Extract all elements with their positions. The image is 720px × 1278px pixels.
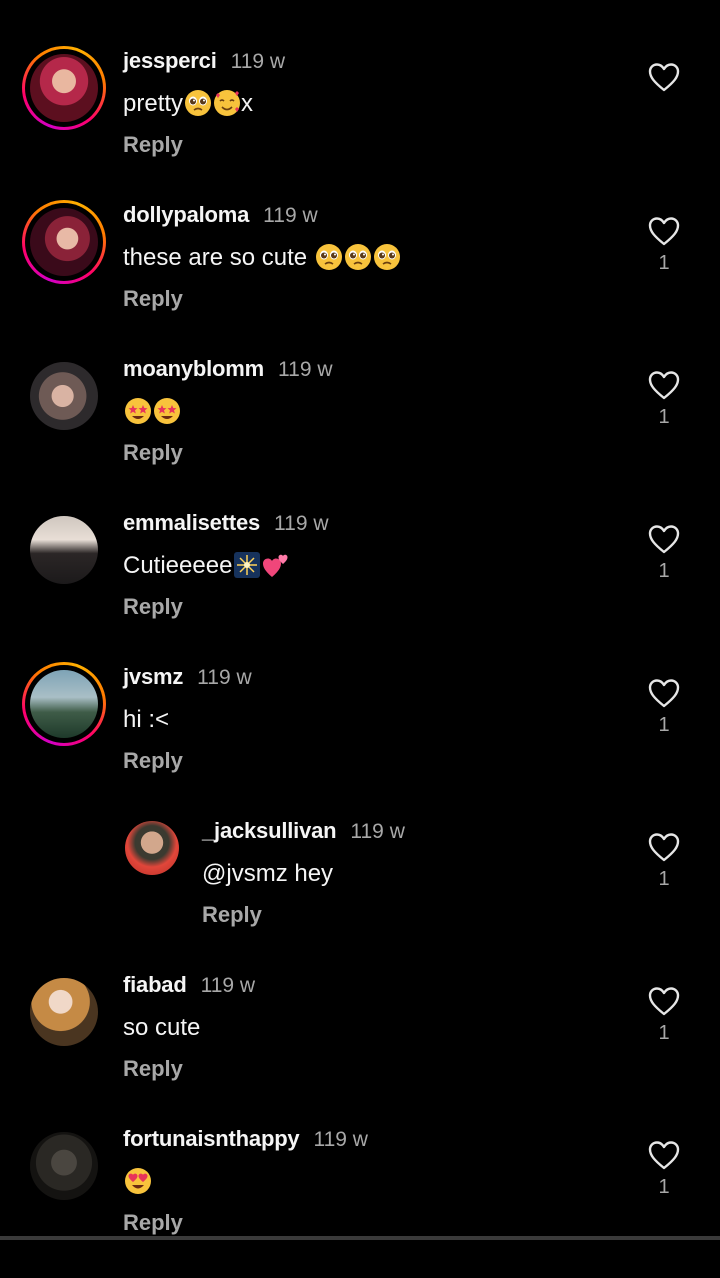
comment-timestamp: 119 w (197, 666, 252, 689)
avatar-wrapper[interactable] (124, 820, 180, 876)
reply-button[interactable]: Reply (123, 438, 610, 468)
comment-timestamp: 119 w (313, 1128, 368, 1151)
comment-text-suffix: x (241, 90, 254, 117)
heart-icon (648, 1141, 680, 1170)
heart-icon (648, 833, 680, 862)
comment-username[interactable]: jvsmz (123, 662, 183, 692)
reply-button[interactable]: Reply (123, 130, 610, 160)
comment-timestamp: 119 w (350, 820, 405, 843)
reply-button[interactable]: Reply (123, 746, 610, 776)
pleading-face-emoji (185, 89, 212, 116)
comment-timestamp: 119 w (200, 974, 256, 997)
avatar (30, 362, 98, 430)
avatar (30, 978, 98, 1046)
bottom-divider (0, 1236, 720, 1240)
comment-text-row: these are so cute (123, 238, 610, 278)
heart-icon (648, 987, 680, 1016)
comment-text: Cutieeeee (123, 552, 233, 579)
comment-item: fortunaisnthappy 119 w Reply 1 (0, 1124, 720, 1278)
comment-reply-item: _jacksullivan 119 w @jvsmz hey Reply 1 (0, 816, 720, 970)
like-count: 1 (658, 714, 670, 736)
comment-text-row (123, 392, 610, 432)
avatar-wrapper[interactable] (22, 970, 106, 1054)
like-count: 1 (658, 868, 670, 890)
avatar (30, 670, 98, 738)
comment-item: moanyblomm 119 w Reply 1 (0, 354, 720, 508)
avatar-wrapper[interactable] (22, 1124, 106, 1208)
like-count: 1 (658, 406, 670, 428)
heart-icon (648, 525, 680, 554)
comment-text-row: @jvsmz hey (202, 854, 610, 894)
comment-timestamp: 119 w (278, 358, 333, 381)
heart-eyes-emoji (125, 1167, 151, 1194)
comment-text-row: so cute (123, 1008, 610, 1048)
comment-item: fiabad 119 w so cute Reply 1 (0, 970, 720, 1124)
avatar (30, 516, 98, 584)
like-button[interactable]: 1 (644, 1140, 684, 1200)
comment-text-row: pretty x (123, 84, 610, 124)
avatar (125, 821, 179, 875)
comment-text: @jvsmz hey (202, 860, 334, 887)
heart-icon (648, 371, 680, 400)
comment-timestamp: 119 w (274, 512, 329, 535)
like-count: 1 (658, 560, 670, 582)
like-button[interactable]: 1 (644, 832, 684, 892)
avatar-wrapper[interactable] (22, 354, 106, 438)
comment-username[interactable]: moanyblomm (123, 354, 264, 384)
avatar (30, 208, 98, 276)
avatar (30, 54, 98, 122)
like-count: 1 (658, 1022, 670, 1044)
comment-item: jvsmz 119 w hi :< Reply 1 (0, 662, 720, 816)
like-button[interactable] (644, 62, 684, 122)
two-hearts-emoji (263, 554, 288, 577)
like-button[interactable]: 1 (644, 678, 684, 738)
pleading-face-emoji (344, 243, 371, 270)
like-count: 1 (658, 1176, 670, 1198)
heart-icon (648, 217, 680, 246)
heart-icon (648, 679, 680, 708)
avatar-story-ring[interactable] (22, 46, 106, 130)
comment-username[interactable]: fortunaisnthappy (123, 1124, 300, 1154)
like-count: 1 (658, 252, 670, 274)
like-button[interactable]: 1 (644, 370, 684, 430)
comment-username[interactable]: fiabad (123, 970, 187, 1000)
heart-icon (648, 63, 680, 92)
reply-button[interactable]: Reply (123, 284, 610, 314)
comment-item: emmalisettes 119 w Cutieeeee Reply 1 (0, 508, 720, 662)
comment-text: these are so cute (123, 244, 314, 271)
star-struck-emoji (154, 397, 180, 424)
comment-text-row: hi :< (123, 700, 610, 740)
reply-button[interactable]: Reply (202, 900, 610, 930)
avatar-story-ring[interactable] (22, 200, 106, 284)
like-button[interactable]: 1 (644, 986, 684, 1046)
comment-timestamp: 119 w (263, 204, 318, 227)
reply-button[interactable]: Reply (123, 1054, 610, 1084)
avatar-wrapper[interactable] (22, 508, 106, 592)
reply-button[interactable]: Reply (123, 1208, 610, 1238)
comment-text: pretty (123, 90, 184, 117)
comment-item: jessperci 119 w pretty x Reply (0, 46, 720, 200)
avatar (30, 1132, 98, 1200)
comment-username[interactable]: emmalisettes (123, 508, 260, 538)
reply-button[interactable]: Reply (123, 592, 610, 622)
smiling-face-with-hearts-emoji (214, 89, 241, 116)
comment-text-row (123, 1162, 610, 1202)
sparkler-emoji (234, 551, 261, 578)
like-button[interactable]: 1 (644, 524, 684, 584)
comment-username[interactable]: _jacksullivan (202, 816, 337, 846)
comment-username[interactable]: jessperci (123, 46, 217, 76)
comment-username[interactable]: dollypaloma (123, 200, 249, 230)
avatar-story-ring[interactable] (22, 662, 106, 746)
comment-text: hi :< (123, 706, 170, 733)
comment-timestamp: 119 w (230, 50, 286, 73)
comment-text-row: Cutieeeee (123, 546, 610, 586)
comment-text: so cute (123, 1014, 201, 1041)
pleading-face-emoji (373, 243, 400, 270)
like-button[interactable]: 1 (644, 216, 684, 276)
star-struck-emoji (125, 397, 151, 424)
comment-item: dollypaloma 119 w these are so cute Repl… (0, 200, 720, 354)
comment-list: jessperci 119 w pretty x Reply dollypalom… (0, 0, 720, 1240)
pleading-face-emoji (315, 243, 342, 270)
